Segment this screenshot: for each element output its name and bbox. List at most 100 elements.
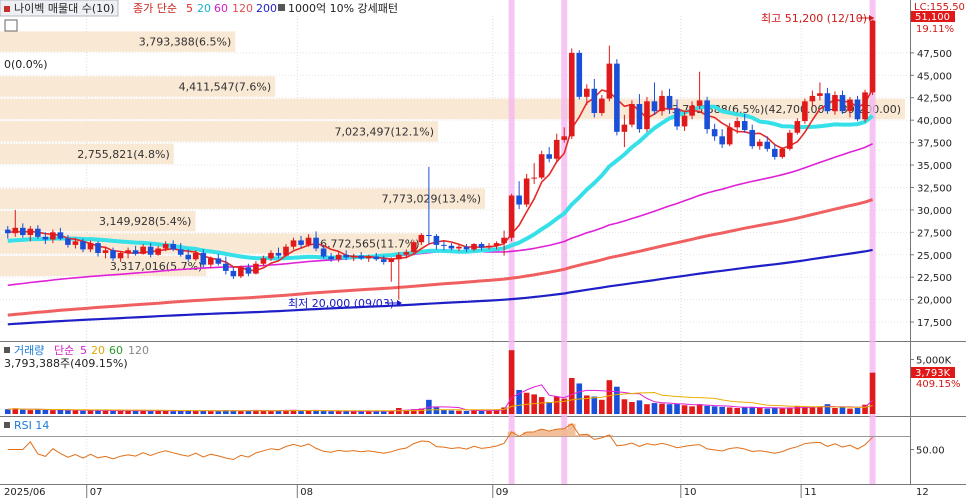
volume-bar[interactable] <box>749 406 756 414</box>
volume-bar[interactable] <box>343 411 349 414</box>
candle-body[interactable] <box>809 95 816 102</box>
candle-body[interactable] <box>553 139 560 159</box>
ma-5-label[interactable]: 5 <box>186 2 193 15</box>
candle-body[interactable] <box>441 244 447 246</box>
candle-body[interactable] <box>245 267 252 274</box>
volume-bar[interactable] <box>674 403 680 414</box>
volume-bar[interactable] <box>847 408 853 414</box>
volume-bar[interactable] <box>523 392 530 414</box>
candle-body[interactable] <box>253 263 259 274</box>
volume-bar[interactable] <box>779 408 786 414</box>
candle-body[interactable] <box>313 237 319 249</box>
volume-bar[interactable] <box>689 406 695 414</box>
candle-body[interactable] <box>794 121 801 133</box>
candle-body[interactable] <box>711 129 718 137</box>
candle-body[interactable] <box>486 245 492 248</box>
volume-bar[interactable] <box>629 402 635 414</box>
volume-bar[interactable] <box>591 396 598 414</box>
volume-bar[interactable] <box>553 396 560 414</box>
volume-bar[interactable] <box>20 409 26 414</box>
candle-body[interactable] <box>433 235 440 245</box>
ma-200-label[interactable]: 200 <box>256 2 277 15</box>
volume-bar[interactable] <box>508 350 515 414</box>
volume-bar[interactable] <box>328 411 334 414</box>
candle-body[interactable] <box>726 127 733 145</box>
candle-body[interactable] <box>538 154 545 178</box>
candle-body[interactable] <box>689 105 695 116</box>
volume-bar[interactable] <box>817 406 823 414</box>
candle-body[interactable] <box>403 252 410 255</box>
candle-body[interactable] <box>305 237 312 245</box>
candle-body[interactable] <box>666 95 673 109</box>
candle-body[interactable] <box>764 141 771 149</box>
candle-body[interactable] <box>696 100 703 106</box>
candle-body[interactable] <box>674 108 680 127</box>
candle-body[interactable] <box>854 99 861 120</box>
candle-body[interactable] <box>162 243 169 249</box>
volume-bar[interactable] <box>764 408 771 414</box>
volume-bar[interactable] <box>666 404 673 414</box>
candle-body[interactable] <box>749 130 756 147</box>
volume-bar[interactable] <box>102 410 109 414</box>
candle-body[interactable] <box>508 195 515 238</box>
candle-body[interactable] <box>779 148 786 157</box>
candle-body[interactable] <box>802 101 808 122</box>
candle-body[interactable] <box>238 267 244 277</box>
pattern-label[interactable]: 1000억 10% 강세패턴 <box>288 2 398 15</box>
candle-body[interactable] <box>215 258 222 264</box>
candle-body[interactable] <box>177 249 184 255</box>
candle-body[interactable] <box>636 104 643 130</box>
ma-120-label[interactable]: 120 <box>232 2 253 15</box>
volume-bar[interactable] <box>87 410 94 414</box>
rsi-title[interactable]: RSI 14 <box>14 419 49 432</box>
candle-body[interactable] <box>651 101 658 112</box>
candle-body[interactable] <box>155 248 161 255</box>
candle-body[interactable] <box>478 243 485 248</box>
candle-body[interactable] <box>493 243 500 246</box>
candle-body[interactable] <box>824 93 831 112</box>
candle-body[interactable] <box>185 254 192 260</box>
volume-ma-60-label[interactable]: 60 <box>109 344 123 357</box>
volume-bar[interactable] <box>809 407 816 414</box>
volume-bar[interactable] <box>72 410 79 414</box>
candle-body[interactable] <box>20 227 26 236</box>
candle-body[interactable] <box>411 242 417 253</box>
candle-body[interactable] <box>756 141 763 147</box>
candle-body[interactable] <box>817 93 823 96</box>
candle-body[interactable] <box>125 250 131 253</box>
candle-body[interactable] <box>170 243 176 250</box>
candle-body[interactable] <box>102 250 109 253</box>
volume-bar[interactable] <box>606 380 613 414</box>
candle-body[interactable] <box>862 92 868 120</box>
candle-body[interactable] <box>599 98 605 113</box>
ma-20-label[interactable]: 20 <box>197 2 211 15</box>
volume-bar[interactable] <box>50 410 56 414</box>
candle-body[interactable] <box>80 241 86 250</box>
volume-ma-5-label[interactable]: 5 <box>80 344 87 357</box>
candle-body[interactable] <box>659 95 665 112</box>
candle-body[interactable] <box>208 258 214 265</box>
candle-body[interactable] <box>704 100 710 130</box>
candle-body[interactable] <box>335 254 342 260</box>
candle-body[interactable] <box>192 252 199 260</box>
candle-body[interactable] <box>719 136 725 145</box>
volume-bar[interactable] <box>208 411 214 414</box>
candle-body[interactable] <box>523 178 530 205</box>
volume-bar[interactable] <box>147 411 154 414</box>
volume-bar[interactable] <box>478 410 485 414</box>
volume-bar[interactable] <box>644 404 650 414</box>
candle-body[interactable] <box>268 252 274 259</box>
candle-body[interactable] <box>12 227 19 234</box>
volume-ma-label[interactable]: 단순 <box>54 344 74 357</box>
candle-body[interactable] <box>298 240 304 245</box>
volume-bar[interactable] <box>636 400 643 414</box>
candle-body[interactable] <box>546 154 552 159</box>
candle-body[interactable] <box>140 246 146 254</box>
candle-body[interactable] <box>343 254 349 258</box>
candle-body[interactable] <box>741 121 748 131</box>
volume-bar[interactable] <box>681 405 688 414</box>
candle-body[interactable] <box>396 254 402 260</box>
candle-body[interactable] <box>200 252 207 265</box>
candle-body[interactable] <box>568 52 575 137</box>
volume-bar[interactable] <box>42 409 49 414</box>
